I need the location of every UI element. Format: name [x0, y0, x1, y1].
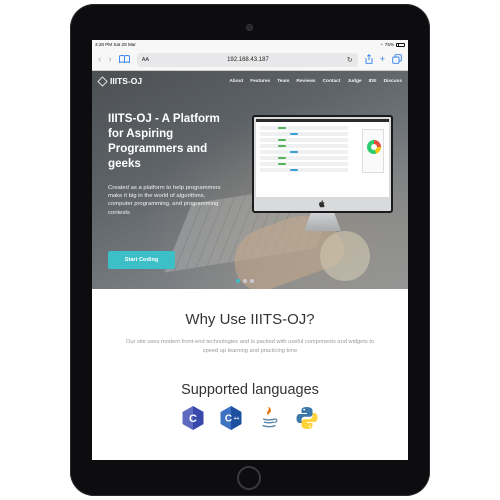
svg-text:C: C — [189, 413, 197, 425]
nav-contact[interactable]: Contact — [323, 79, 341, 84]
screen: 3:28 PM Sat 28 Mar ◔ 75% ‹ › AA 192.168.… — [92, 40, 408, 460]
status-date: Sat 28 Mar — [113, 42, 136, 47]
cube-icon — [97, 75, 108, 87]
hero-section: IIITS-OJ About Features Team Reviews Con… — [92, 71, 408, 289]
hero-title: IIITS-OJ - A Platform for Aspiring Progr… — [108, 112, 220, 170]
brand-logo[interactable]: IIITS-OJ — [97, 75, 143, 87]
nav-judge[interactable]: Judge — [347, 79, 361, 84]
bookmarks-icon[interactable] — [118, 54, 130, 65]
camera — [246, 24, 253, 31]
carousel-dot-2[interactable] — [243, 279, 247, 283]
start-coding-button[interactable]: Start Coding — [108, 251, 175, 269]
battery-percent: 75% — [384, 42, 394, 47]
site-navbar: IIITS-OJ About Features Team Reviews Con… — [92, 71, 408, 91]
imac-mockup-image — [252, 115, 393, 213]
hero-description: Created as a platform to help programmer… — [108, 185, 221, 216]
python-language-icon — [296, 406, 318, 430]
brand-name: IIITS-OJ — [110, 76, 143, 86]
languages-title: Supported languages — [181, 382, 319, 399]
why-title: Why Use IIITS-OJ? — [185, 311, 315, 328]
why-description: Our site uses modern front-end technolog… — [125, 339, 375, 354]
back-icon[interactable]: ‹ — [98, 54, 101, 65]
text-size-button[interactable]: AA — [142, 57, 149, 63]
browser-toolbar: ‹ › AA 192.168.43.187 ↻ + — [92, 49, 408, 71]
why-section: Why Use IIITS-OJ? Our site uses modern f… — [92, 311, 408, 431]
new-tab-icon[interactable]: + — [380, 55, 385, 64]
home-button[interactable] — [237, 466, 261, 490]
nav-features[interactable]: Features — [250, 79, 270, 84]
java-language-icon — [258, 406, 280, 430]
reload-icon[interactable]: ↻ — [347, 56, 353, 64]
nav-menu: About Features Team Reviews Contact Judg… — [229, 79, 402, 84]
wifi-icon: ◔ — [380, 42, 383, 47]
carousel-dot-3[interactable] — [250, 279, 254, 283]
url-text: 192.168.43.187 — [227, 56, 269, 63]
tabs-icon[interactable] — [392, 53, 402, 66]
battery-icon — [396, 42, 405, 47]
address-bar[interactable]: AA 192.168.43.187 ↻ — [136, 52, 358, 67]
svg-text:++: ++ — [234, 416, 240, 422]
nav-ide[interactable]: IDE — [369, 79, 377, 84]
c-language-icon: C — [182, 406, 204, 431]
nav-discuss[interactable]: Discuss — [384, 79, 402, 84]
forward-icon[interactable]: › — [108, 54, 111, 65]
nav-team[interactable]: Team — [277, 79, 289, 84]
carousel-indicators — [236, 279, 254, 283]
share-icon[interactable] — [365, 53, 373, 66]
nav-about[interactable]: About — [229, 79, 243, 84]
languages-list: C C ++ — [92, 406, 408, 431]
carousel-dot-1[interactable] — [236, 279, 240, 283]
cpp-language-icon: C ++ — [220, 406, 242, 431]
status-bar: 3:28 PM Sat 28 Mar ◔ 75% — [92, 40, 408, 49]
status-time: 3:28 PM — [95, 42, 113, 47]
apple-logo-icon — [319, 200, 325, 208]
svg-text:C: C — [225, 414, 232, 425]
nav-reviews[interactable]: Reviews — [296, 79, 315, 84]
